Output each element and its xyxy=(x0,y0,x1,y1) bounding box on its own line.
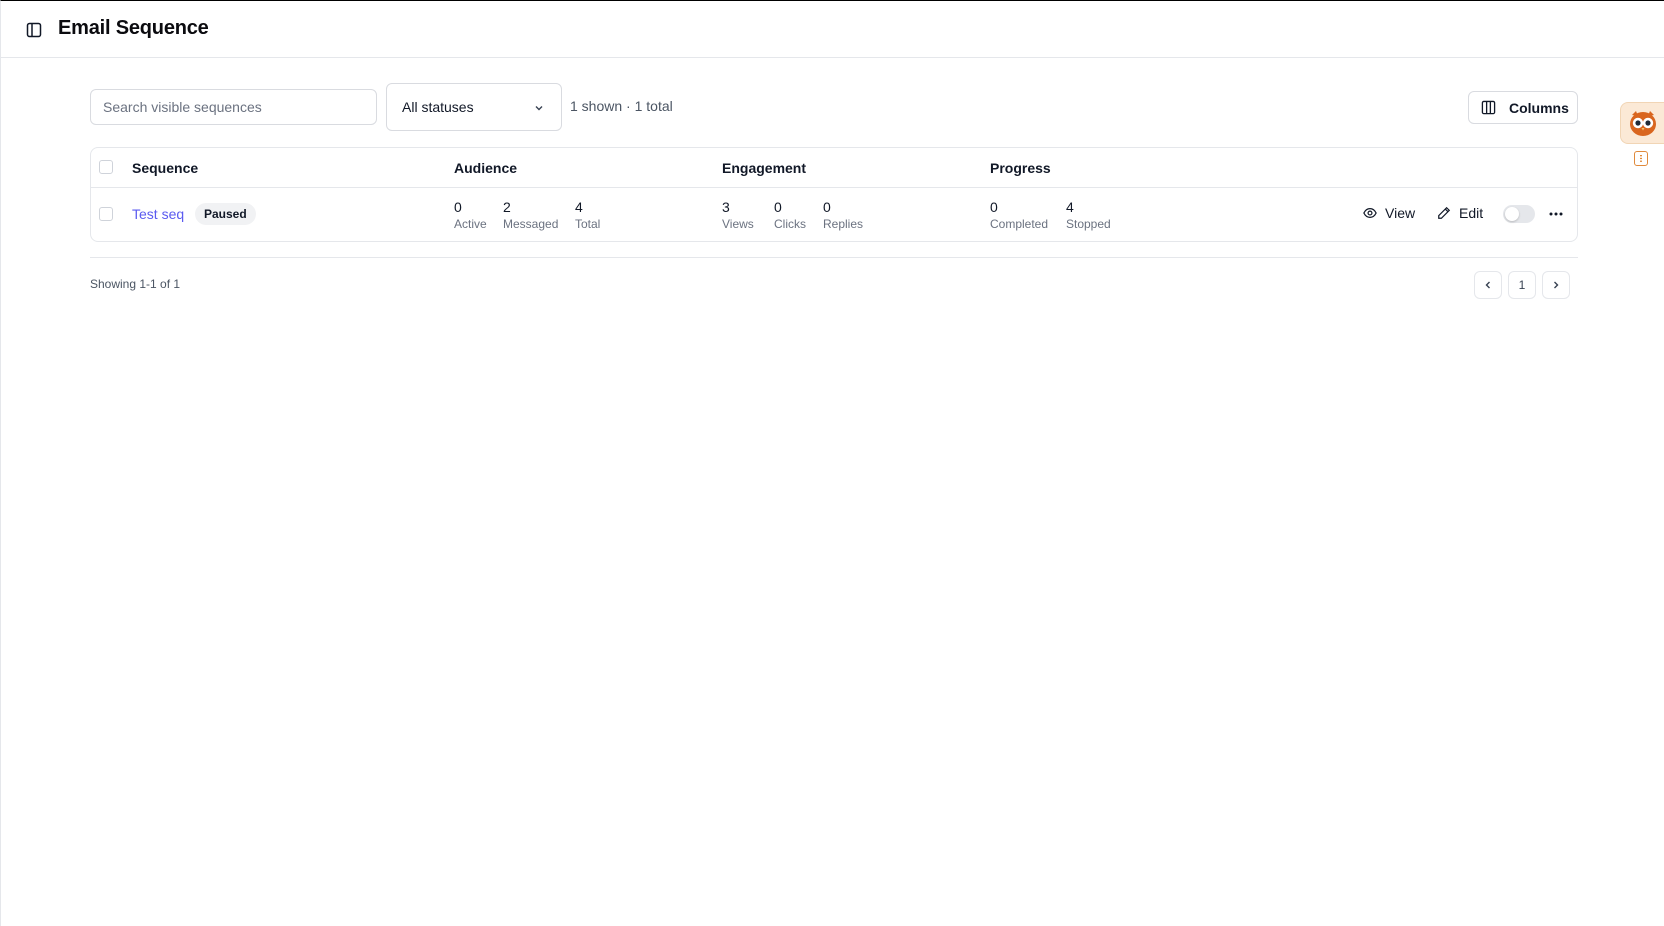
next-page-button[interactable] xyxy=(1542,271,1570,299)
stat-label: Active xyxy=(454,217,487,231)
status-filter-value: All statuses xyxy=(402,99,474,115)
audience-active-stat: 0 Active xyxy=(454,199,487,232)
top-bar: Email Sequence xyxy=(1,1,1664,58)
stat-label: Views xyxy=(722,217,754,231)
owl-icon xyxy=(1628,109,1658,137)
stat-value: 2 xyxy=(503,199,511,215)
header-audience[interactable]: Audience xyxy=(454,160,517,176)
status-badge: Paused xyxy=(195,203,256,225)
page-number-button[interactable]: 1 xyxy=(1508,271,1536,299)
table-row[interactable]: Test seq Paused 0 Active 2 Messaged 4 To… xyxy=(91,188,1577,241)
widget-notes-icon[interactable] xyxy=(1634,151,1648,166)
engagement-views-stat: 3 Views xyxy=(722,199,754,232)
audience-messaged-stat: 2 Messaged xyxy=(503,199,558,232)
chevron-down-icon xyxy=(533,101,545,117)
stat-label: Total xyxy=(575,217,601,231)
page-title: Email Sequence xyxy=(58,17,209,39)
stat-value: 0 xyxy=(774,199,782,215)
chevron-left-icon xyxy=(1483,280,1493,290)
columns-button[interactable]: Columns xyxy=(1468,91,1578,124)
header-progress[interactable]: Progress xyxy=(990,160,1051,176)
stat-value: 4 xyxy=(575,199,583,215)
row-checkbox[interactable] xyxy=(99,207,113,221)
stat-value: 0 xyxy=(454,199,462,215)
stat-value: 4 xyxy=(1066,199,1074,215)
view-button[interactable]: View xyxy=(1363,205,1415,221)
status-filter-select[interactable]: All statuses xyxy=(386,83,562,131)
stat-value: 3 xyxy=(722,199,730,215)
stat-label: Clicks xyxy=(774,217,806,231)
header-engagement[interactable]: Engagement xyxy=(722,160,806,176)
columns-label: Columns xyxy=(1509,99,1569,116)
engagement-replies-stat: 0 Replies xyxy=(823,199,863,232)
pencil-icon xyxy=(1437,206,1451,220)
table-divider xyxy=(90,257,1578,258)
columns-icon xyxy=(1481,100,1496,115)
results-count: 1 shown · 1 total xyxy=(570,98,673,114)
search-input[interactable] xyxy=(90,89,377,125)
chevron-right-icon xyxy=(1551,280,1561,290)
progress-stopped-stat: 4 Stopped xyxy=(1066,199,1111,232)
select-all-checkbox[interactable] xyxy=(99,160,113,174)
pagination-summary: Showing 1-1 of 1 xyxy=(90,277,181,291)
stat-label: Completed xyxy=(990,217,1049,231)
view-label: View xyxy=(1385,205,1416,221)
edit-label: Edit xyxy=(1459,205,1484,221)
sequence-enabled-toggle[interactable] xyxy=(1503,205,1535,223)
stat-label: Stopped xyxy=(1066,217,1111,231)
header-sequence[interactable]: Sequence xyxy=(132,160,198,176)
stat-value: 0 xyxy=(823,199,831,215)
sidebar-panel-icon[interactable] xyxy=(25,21,43,39)
audience-total-stat: 4 Total xyxy=(575,199,600,232)
stat-value: 0 xyxy=(990,199,998,215)
stat-label: Messaged xyxy=(503,217,559,231)
previous-page-button[interactable] xyxy=(1474,271,1502,299)
edit-button[interactable]: Edit xyxy=(1437,205,1483,221)
stat-label: Replies xyxy=(823,217,864,231)
table-header: Sequence Audience Engagement Progress xyxy=(91,148,1577,188)
sequence-name-link[interactable]: Test seq xyxy=(132,206,184,222)
progress-completed-stat: 0 Completed xyxy=(990,199,1048,232)
eye-icon xyxy=(1363,206,1377,220)
more-options-icon[interactable] xyxy=(1546,205,1566,223)
assistant-widget-button[interactable] xyxy=(1620,102,1664,144)
engagement-clicks-stat: 0 Clicks xyxy=(774,199,806,232)
sequences-table: Sequence Audience Engagement Progress Te… xyxy=(90,147,1578,242)
toggle-knob xyxy=(1505,207,1519,221)
